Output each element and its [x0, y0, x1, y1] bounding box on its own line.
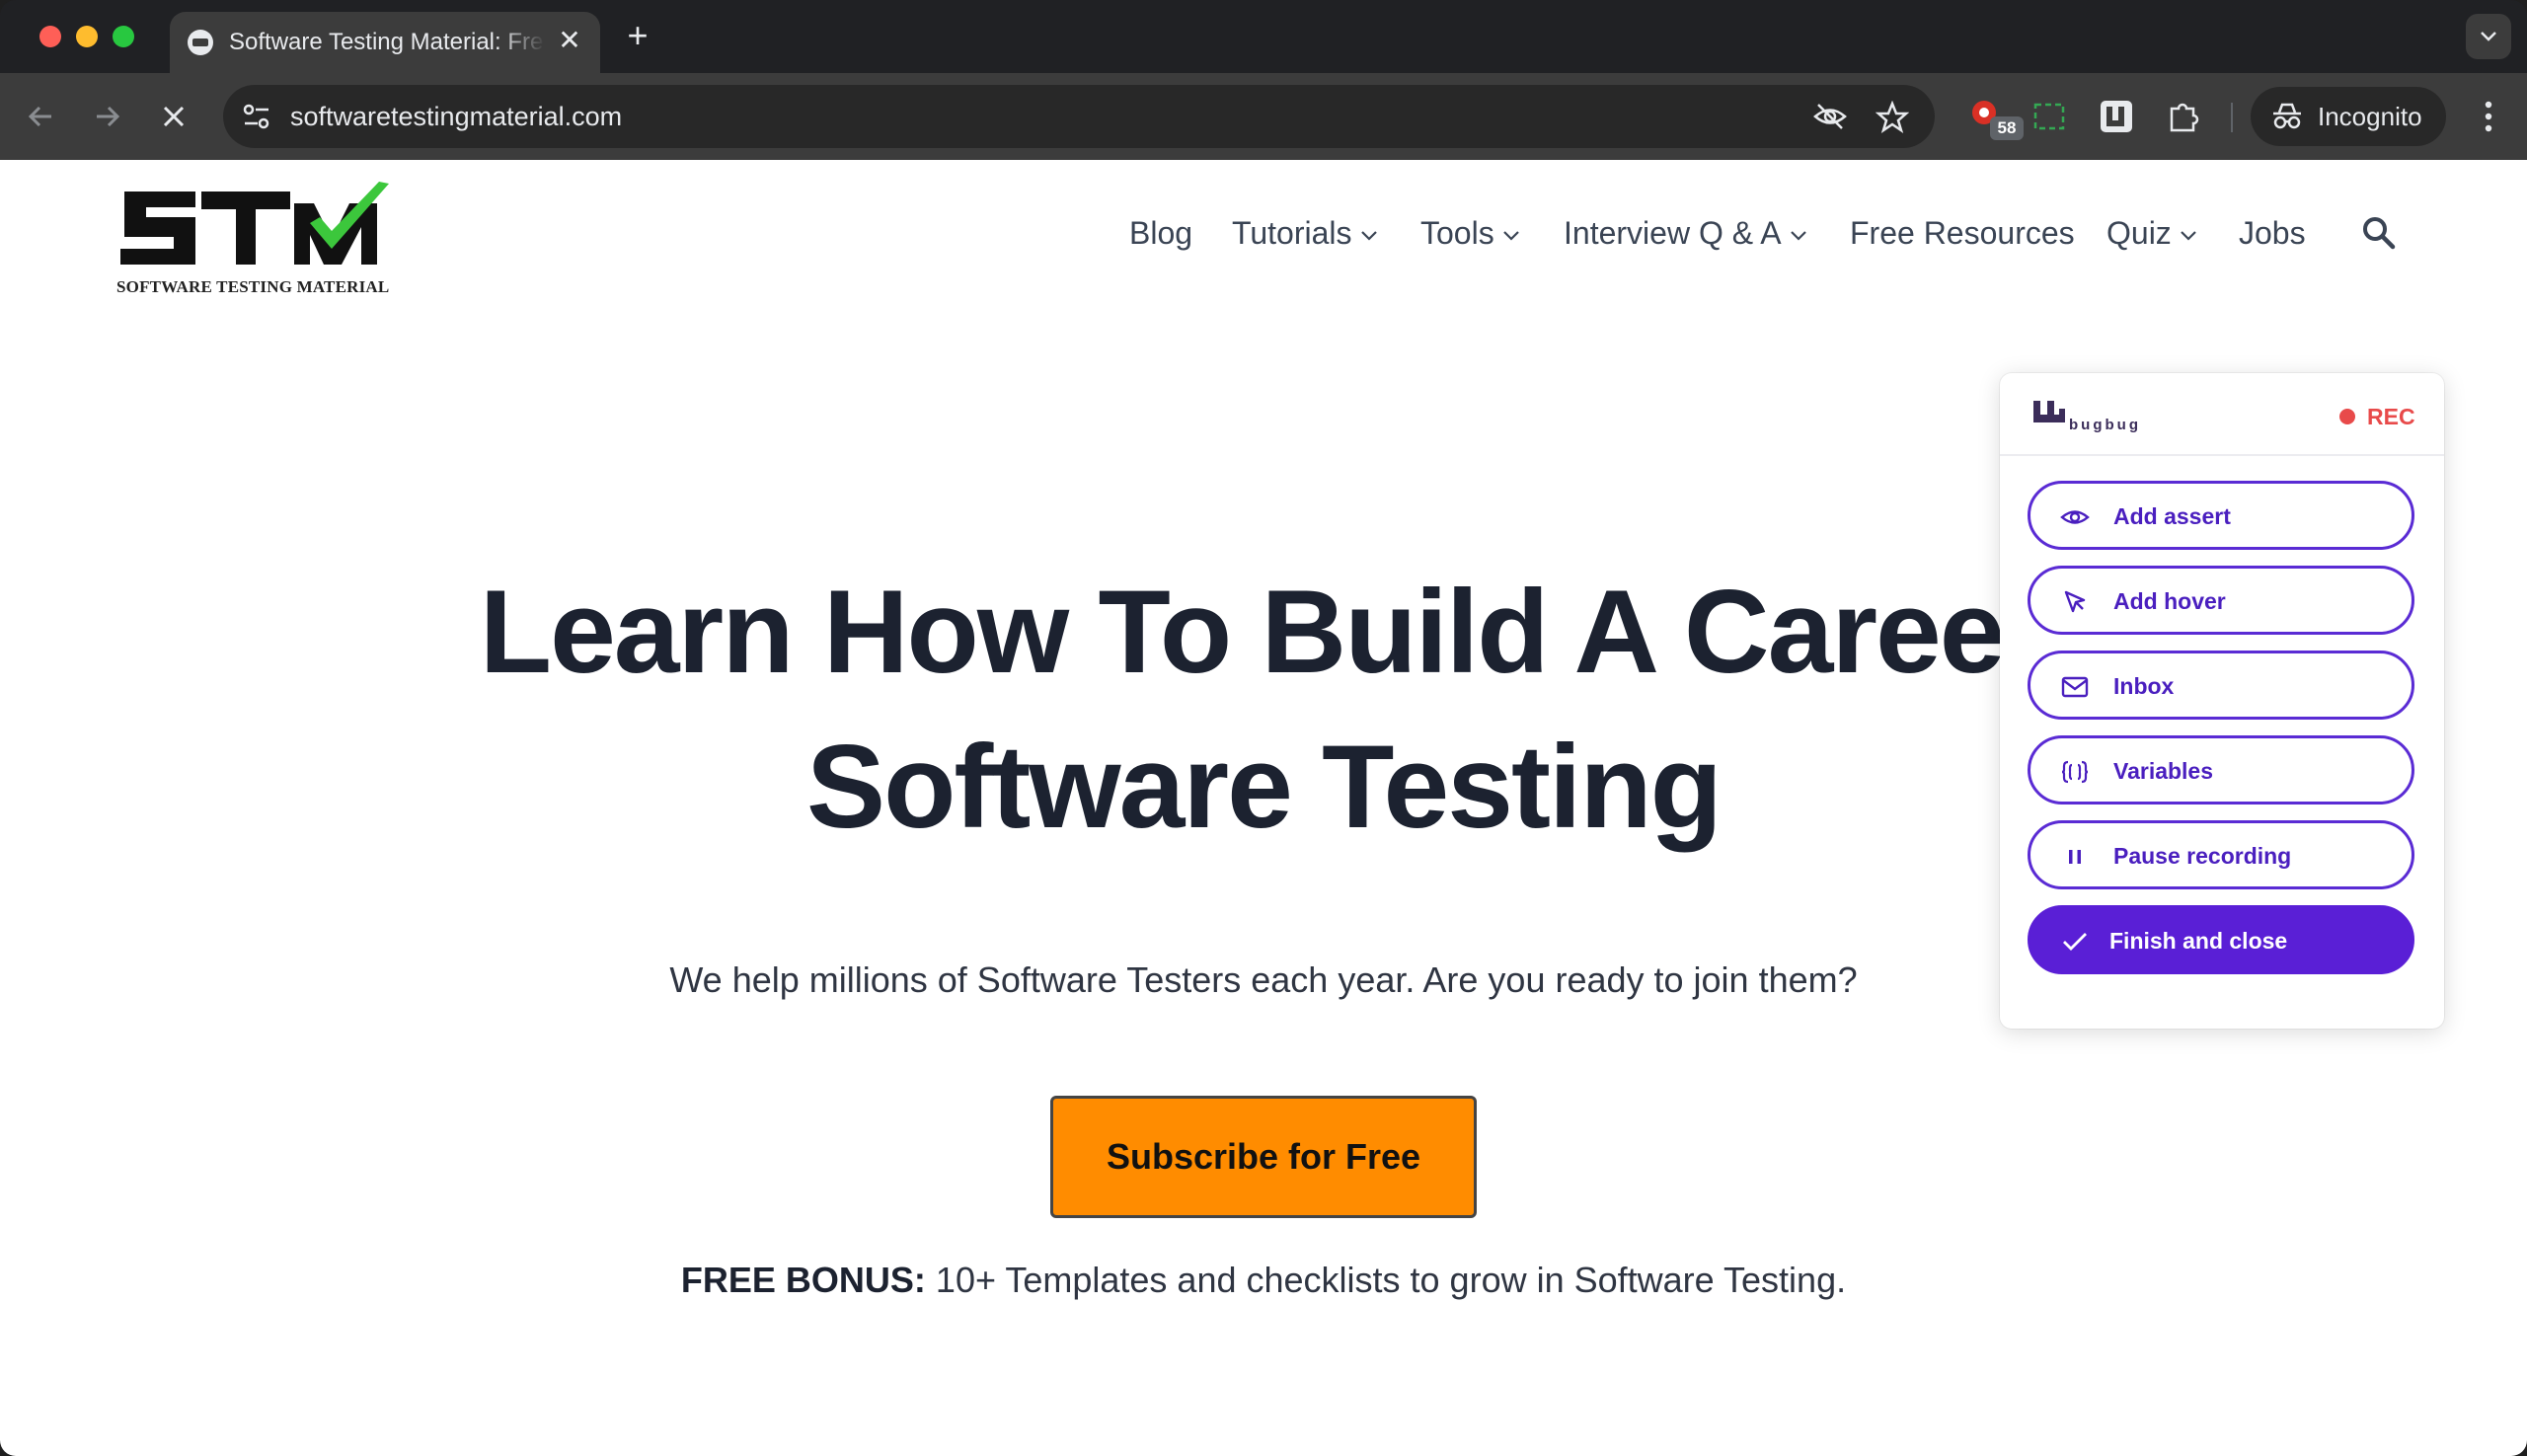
bugbug-brand: bugbug — [2069, 417, 2141, 433]
free-bonus-text: FREE BONUS: 10+ Templates and checklists… — [0, 1258, 2527, 1303]
extension-badge-count: 58 — [1990, 116, 2024, 140]
nav-blog-label: Blog — [1129, 215, 1193, 251]
tab-close-icon[interactable]: ✕ — [555, 26, 584, 55]
web-page: SOFTWARE TESTING MATERIAL Blog Tutorials… — [0, 160, 2527, 1456]
toolbar-divider — [2231, 103, 2233, 132]
recording-status: REC — [2367, 404, 2415, 429]
incognito-label: Incognito — [2318, 102, 2422, 131]
variables-label: Variables — [2113, 758, 2214, 784]
add-assert-label: Add assert — [2113, 503, 2231, 529]
nav-quiz-label: Quiz — [2106, 215, 2172, 251]
incognito-indicator[interactable]: Incognito — [2251, 87, 2446, 146]
pause-recording-label: Pause recording — [2113, 843, 2292, 869]
tab-title: Software Testing Material: Free — [229, 29, 545, 55]
finish-and-close-label: Finish and close — [2109, 928, 2288, 954]
window-zoom-button[interactable] — [113, 26, 134, 47]
recording-dot-icon — [2339, 409, 2355, 424]
eye-icon — [2060, 510, 2090, 524]
nav-free-resources[interactable]: Free Resources — [1850, 213, 2075, 253]
subscribe-button[interactable]: Subscribe for Free — [1050, 1096, 1477, 1218]
nav-free-resources-label: Free Resources — [1850, 215, 2075, 251]
bugbug-recorder-panel: bugbug REC Add assert Add hover Inbox Va… — [2000, 373, 2444, 1029]
mail-icon — [2061, 676, 2089, 698]
finish-and-close-button[interactable]: Finish and close — [2028, 905, 2414, 974]
url-text[interactable]: softwaretestingmaterial.com — [290, 100, 622, 133]
chevron-down-icon — [1502, 230, 1519, 241]
nav-tools-label: Tools — [1420, 215, 1494, 251]
nav-interview-qa-label: Interview Q & A — [1564, 215, 1782, 251]
chevron-down-icon — [2181, 230, 2196, 241]
add-assert-button[interactable]: Add assert — [2028, 481, 2414, 550]
check-icon — [2063, 933, 2087, 951]
search-icon[interactable] — [2361, 215, 2397, 251]
free-bonus-description: 10+ Templates and checklists to grow in … — [925, 1260, 1847, 1300]
bookmark-star-icon[interactable] — [1876, 101, 1909, 134]
nav-tools[interactable]: Tools — [1420, 213, 1520, 253]
browser-menu-icon[interactable] — [2474, 95, 2503, 138]
inbox-label: Inbox — [2113, 673, 2175, 699]
tracking-protection-eye-off-icon[interactable] — [1812, 101, 1848, 132]
free-bonus-label: FREE BONUS: — [680, 1260, 926, 1300]
nav-quiz[interactable]: Quiz — [2106, 213, 2197, 253]
site-logo[interactable]: SOFTWARE TESTING MATERIAL — [116, 180, 395, 298]
nav-interview-qa[interactable]: Interview Q & A — [1564, 213, 1807, 253]
nav-jobs[interactable]: Jobs — [2239, 213, 2306, 253]
variables-button[interactable]: Variables — [2028, 735, 2414, 805]
tab-strip: Software Testing Material: Free ✕ + — [0, 0, 2527, 73]
bugbug-logo-icon — [2033, 401, 2065, 422]
incognito-icon — [2273, 103, 2301, 129]
new-tab-button[interactable]: + — [618, 16, 657, 55]
forward-button[interactable] — [85, 95, 128, 138]
site-info-icon[interactable] — [239, 99, 274, 134]
window-minimize-button[interactable] — [76, 26, 98, 47]
inbox-button[interactable]: Inbox — [2028, 651, 2414, 720]
cursor-icon — [2064, 590, 2086, 613]
add-hover-button[interactable]: Add hover — [2028, 566, 2414, 635]
site-favicon-icon — [188, 30, 213, 55]
chevron-down-icon — [1360, 230, 1377, 241]
chevron-down-icon — [2481, 32, 2496, 41]
nav-jobs-label: Jobs — [2239, 215, 2306, 251]
bugbug-header: bugbug REC — [2000, 373, 2444, 456]
address-bar[interactable]: softwaretestingmaterial.com — [223, 85, 1935, 148]
screenshot-extension-icon[interactable] — [2028, 95, 2071, 138]
stop-loading-button[interactable] — [152, 95, 195, 138]
window-close-button[interactable] — [39, 26, 61, 47]
pause-recording-button[interactable]: Pause recording — [2028, 820, 2414, 889]
nav-tutorials[interactable]: Tutorials — [1232, 213, 1378, 253]
pause-icon — [2069, 850, 2081, 864]
bugbug-extension-icon[interactable] — [2095, 95, 2138, 138]
logo-tagline: SOFTWARE TESTING MATERIAL — [116, 277, 390, 296]
add-hover-label: Add hover — [2113, 588, 2226, 614]
extensions-puzzle-icon[interactable] — [2162, 95, 2205, 138]
nav-blog[interactable]: Blog — [1129, 213, 1192, 253]
nav-tutorials-label: Tutorials — [1232, 215, 1352, 251]
braces-icon — [2061, 760, 2089, 784]
tab-active[interactable]: Software Testing Material: Free ✕ — [170, 12, 600, 73]
back-button[interactable] — [20, 95, 63, 138]
chevron-down-icon — [1790, 230, 1806, 241]
stm-logo-icon — [120, 182, 389, 265]
browser-toolbar: softwaretestingmaterial.com — [0, 73, 2527, 160]
browser-window: Software Testing Material: Free ✕ + soft… — [0, 0, 2527, 1456]
tab-search-button[interactable] — [2466, 14, 2511, 59]
